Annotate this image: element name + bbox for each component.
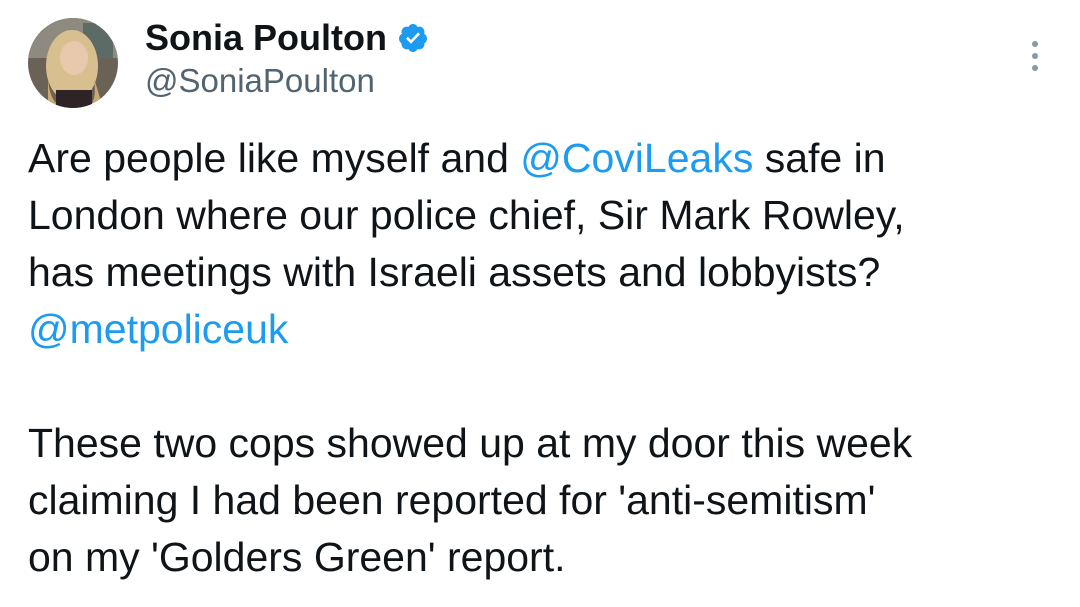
tweet-line: @metpoliceuk <box>28 301 1068 358</box>
avatar-image <box>28 18 118 108</box>
tweet-text-segment: safe in <box>753 135 886 181</box>
author-display-name[interactable]: Sonia Poulton <box>145 17 387 59</box>
tweet-paragraph-2: These two cops showed up at my door this… <box>28 415 1068 586</box>
tweet-line: claiming I had been reported for 'anti-s… <box>28 477 876 523</box>
author-name-row: Sonia Poulton <box>145 14 429 62</box>
verified-badge-icon <box>397 22 429 54</box>
tweet-text-segment: Are people like myself and <box>28 135 521 181</box>
mention-link-metpoliceuk[interactable]: @metpoliceuk <box>28 306 288 352</box>
mention-link-covileaks[interactable]: @CoviLeaks <box>520 135 753 181</box>
more-vertical-icon[interactable] <box>1022 36 1048 76</box>
author-handle[interactable]: @SoniaPoulton <box>145 62 375 100</box>
tweet-card: Sonia Poulton @SoniaPoulton Are people l… <box>0 0 1080 607</box>
tweet-line: Are people like myself and @CoviLeaks sa… <box>28 130 1068 187</box>
tweet-line: These two cops showed up at my door this… <box>28 420 913 466</box>
tweet-text: Are people like myself and @CoviLeaks sa… <box>28 130 1068 586</box>
tweet-line: London where our police chief, Sir Mark … <box>28 192 905 238</box>
author-avatar[interactable] <box>28 18 118 108</box>
tweet-line: has meetings with Israeli assets and lob… <box>28 249 881 295</box>
tweet-paragraph-1: Are people like myself and @CoviLeaks sa… <box>28 130 1068 358</box>
tweet-line: on my 'Golders Green' report. <box>28 534 566 580</box>
